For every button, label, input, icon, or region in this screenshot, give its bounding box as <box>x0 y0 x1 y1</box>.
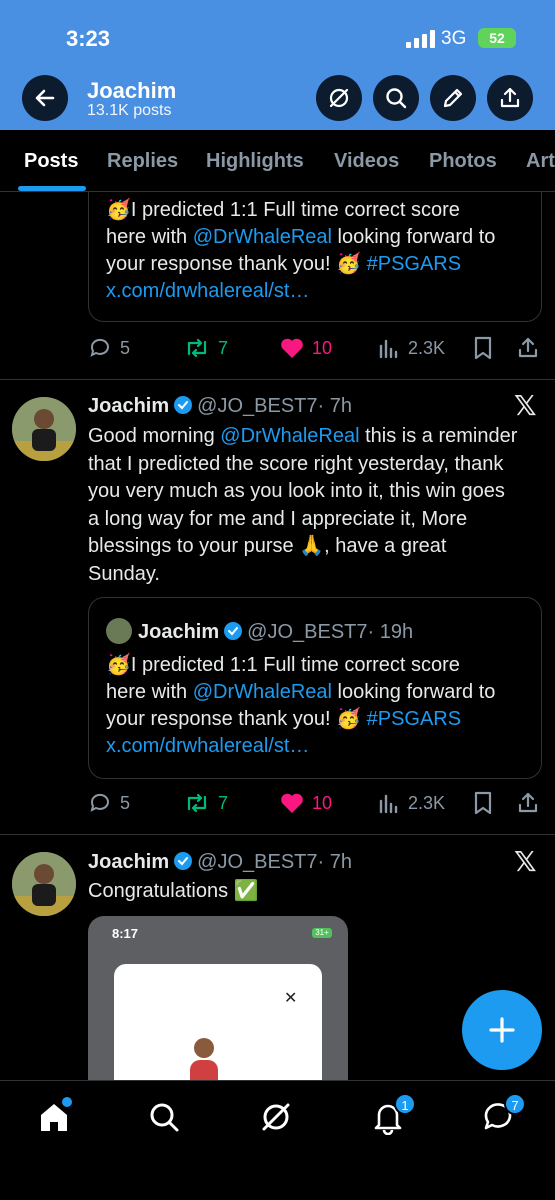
like-button[interactable]: 10 <box>280 333 332 363</box>
repost-icon <box>187 338 207 358</box>
bookmark-icon <box>474 791 492 815</box>
like-icon <box>281 338 303 358</box>
search-icon <box>150 1103 179 1132</box>
avatar-image <box>12 852 76 916</box>
home-notification-dot <box>62 1097 72 1107</box>
mention-link[interactable]: @DrWhaleReal <box>193 226 332 248</box>
verified-badge-icon <box>174 852 193 870</box>
share-icon <box>518 337 538 358</box>
edit-icon <box>443 88 463 108</box>
share-icon <box>518 792 538 813</box>
tab-photos[interactable]: Photos <box>429 150 497 173</box>
hashtag-link[interactable]: #PSGARS <box>367 253 461 275</box>
active-tab-indicator <box>18 186 86 191</box>
notifications-badge: 1 <box>394 1093 416 1115</box>
embed-status-time: 8:17 <box>112 926 139 941</box>
search-button[interactable] <box>373 75 419 121</box>
quoted-post-author: Joachim @JO_BEST7· 19h <box>106 618 413 644</box>
character-figure <box>190 1038 218 1080</box>
network-label: 3G <box>441 28 467 49</box>
bookmark-button[interactable] <box>472 788 502 818</box>
nav-messages[interactable]: 7 <box>480 1093 526 1139</box>
tab-replies[interactable]: Replies <box>107 150 178 173</box>
signal-icon <box>406 30 435 48</box>
views-button[interactable]: 2.3K <box>378 788 445 818</box>
bookmark-button[interactable] <box>472 333 502 363</box>
share-button[interactable] <box>487 75 533 121</box>
search-icon <box>386 88 407 109</box>
back-button[interactable] <box>22 75 68 121</box>
avatar[interactable] <box>12 852 76 916</box>
post-text: Good morning @DrWhaleReal this is a remi… <box>88 425 518 585</box>
tab-posts[interactable]: Posts <box>24 150 78 173</box>
bottom-navigation: 1 7 <box>0 1080 555 1200</box>
messages-badge: 7 <box>504 1093 526 1115</box>
post-image[interactable]: 8:17 31+ ✕ <box>88 916 348 1080</box>
post-actions: 5 7 10 2.3K <box>88 788 548 818</box>
battery-indicator: 52 <box>478 28 516 48</box>
profile-header: 3:23 3G 52 Joachim 13.1K posts <box>0 0 555 130</box>
grok-icon <box>262 1103 290 1131</box>
hashtag-link[interactable]: #PSGARS <box>367 708 461 730</box>
reply-icon <box>90 338 109 357</box>
quoted-post-text: 🥳I predicted 1:1 Full time correct score… <box>106 197 536 305</box>
profile-tabs: Posts Replies Highlights Videos Photos A… <box>0 130 555 192</box>
nav-search[interactable] <box>146 1099 186 1139</box>
close-icon: ✕ <box>284 990 298 1007</box>
verified-badge-icon <box>224 622 243 640</box>
embed-battery: 31+ <box>312 928 332 938</box>
share-icon <box>500 87 520 108</box>
views-icon <box>379 794 398 814</box>
reply-icon <box>90 793 109 812</box>
avatar <box>106 618 132 644</box>
tab-highlights[interactable]: Highlights <box>206 150 304 173</box>
x-logo-icon[interactable]: 𝕏 <box>514 845 537 878</box>
reply-button[interactable]: 5 <box>88 333 130 363</box>
views-icon <box>379 339 398 359</box>
views-button[interactable]: 2.3K <box>378 333 445 363</box>
like-icon <box>281 793 303 813</box>
post-text: Congratulations ✅ <box>88 880 259 902</box>
feed[interactable]: 🥳I predicted 1:1 Full time correct score… <box>0 192 555 1080</box>
avatar-image <box>12 397 76 461</box>
mention-link[interactable]: @DrWhaleReal <box>193 681 332 703</box>
mention-link[interactable]: @DrWhaleReal <box>220 425 359 447</box>
bookmark-icon <box>474 336 492 360</box>
compose-button[interactable] <box>462 990 542 1070</box>
quoted-post-text: 🥳I predicted 1:1 Full time correct score… <box>106 652 536 760</box>
status-time: 3:23 <box>66 26 111 51</box>
tab-videos[interactable]: Videos <box>334 150 399 173</box>
share-post-button[interactable] <box>516 788 548 818</box>
grok-toggle-button[interactable] <box>316 75 362 121</box>
tab-articles[interactable]: Art <box>526 150 555 173</box>
post-divider <box>0 834 555 835</box>
url-link[interactable]: x.com/drwhalereal/st… <box>106 733 536 760</box>
plus-icon <box>489 1017 515 1043</box>
reply-button[interactable]: 5 <box>88 788 130 818</box>
edit-button[interactable] <box>430 75 476 121</box>
post-actions: 5 7 10 2.3K <box>88 333 548 363</box>
like-button[interactable]: 10 <box>280 788 332 818</box>
verified-badge-icon <box>174 396 193 414</box>
repost-button[interactable]: 7 <box>184 333 228 363</box>
repost-button[interactable]: 7 <box>184 788 228 818</box>
back-arrow-icon <box>35 89 55 107</box>
posts-count: 13.1K posts <box>87 102 172 119</box>
url-link[interactable]: x.com/drwhalereal/st… <box>106 278 536 305</box>
nav-notifications[interactable]: 1 <box>370 1093 416 1139</box>
x-logo-icon[interactable]: 𝕏 <box>514 389 537 422</box>
repost-icon <box>187 793 207 813</box>
post-divider <box>0 379 555 380</box>
avatar[interactable] <box>12 397 76 461</box>
status-bar: 3:23 3G 52 <box>0 18 555 58</box>
no-grok-icon <box>329 88 349 108</box>
nav-grok[interactable] <box>258 1099 298 1139</box>
share-post-button[interactable] <box>516 333 548 363</box>
profile-name: Joachim <box>87 78 177 103</box>
post-author[interactable]: Joachim @JO_BEST7· 7h <box>88 395 352 418</box>
nav-home[interactable] <box>36 1097 76 1139</box>
post-author[interactable]: Joachim @JO_BEST7· 7h <box>88 851 352 874</box>
